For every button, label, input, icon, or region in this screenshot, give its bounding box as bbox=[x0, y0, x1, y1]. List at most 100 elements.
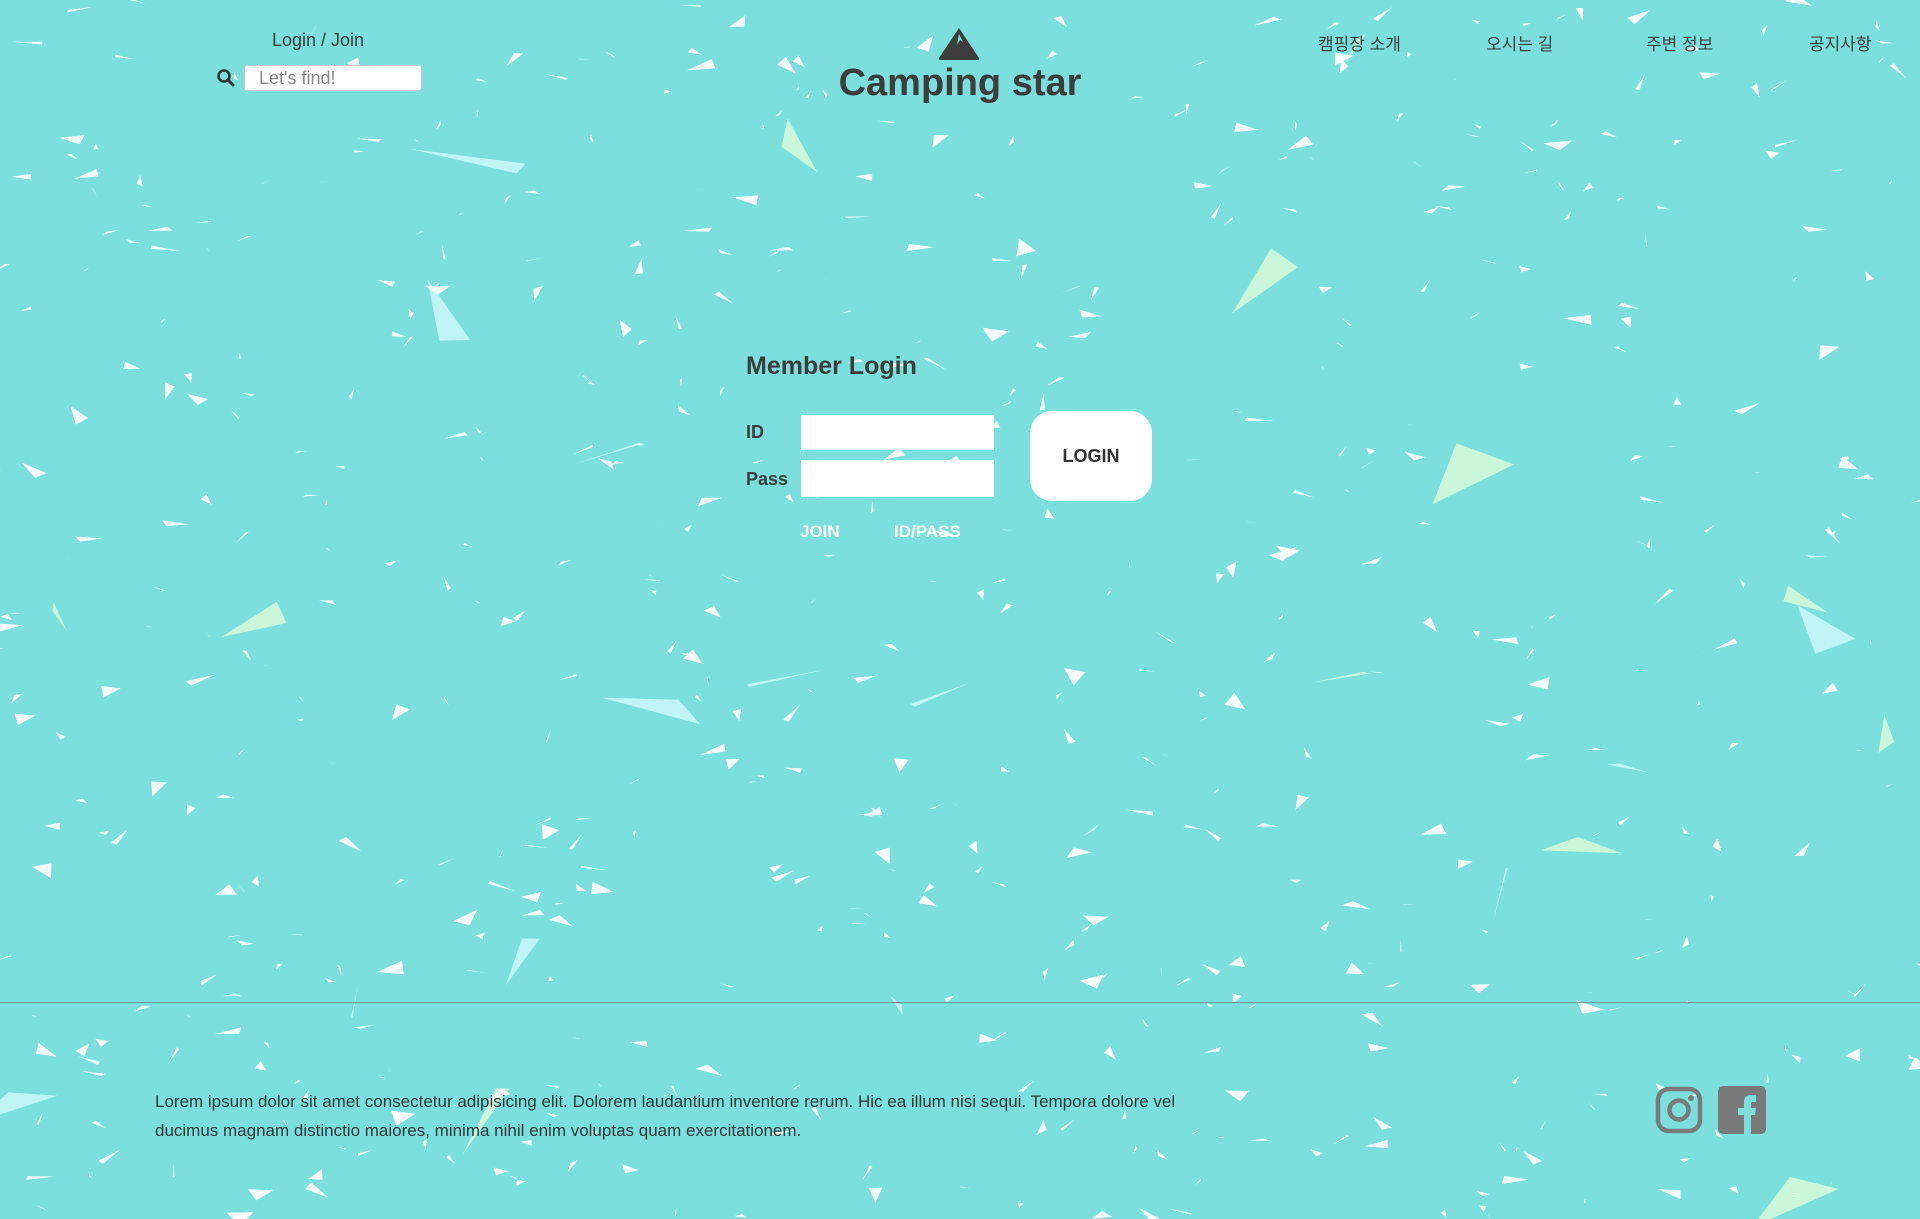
confetti-shard bbox=[36, 1112, 43, 1125]
confetti-shard bbox=[540, 561, 542, 566]
confetti-shard bbox=[67, 7, 93, 13]
confetti-shard bbox=[1175, 978, 1191, 986]
confetti-shard bbox=[1047, 377, 1065, 386]
confetti-shard bbox=[756, 775, 765, 779]
confetti-shard bbox=[215, 884, 237, 895]
confetti-shard bbox=[391, 704, 411, 721]
confetti-shard bbox=[1635, 669, 1647, 671]
confetti-shard bbox=[1128, 557, 1131, 568]
confetti-shard bbox=[1620, 316, 1632, 328]
confetti-shard bbox=[1053, 16, 1067, 27]
confetti-shard bbox=[1198, 179, 1203, 186]
confetti-shard bbox=[435, 283, 440, 288]
confetti-shard bbox=[1543, 140, 1573, 151]
confetti-shard bbox=[1791, 1054, 1801, 1064]
nav-camping-intro[interactable]: 캠핑장 소개 bbox=[1318, 30, 1401, 55]
confetti-shard bbox=[162, 520, 190, 526]
confetti-shard bbox=[1888, 179, 1892, 185]
confetti-shard bbox=[1700, 650, 1704, 652]
confetti-shard bbox=[1212, 787, 1219, 795]
confetti-shard bbox=[991, 258, 1012, 261]
confetti-shard bbox=[863, 912, 875, 920]
confetti-shard bbox=[1791, 1193, 1803, 1195]
confetti-shard bbox=[1751, 82, 1760, 98]
confetti-shard bbox=[501, 616, 516, 626]
confetti-shard bbox=[168, 1047, 180, 1064]
id-input[interactable] bbox=[801, 415, 994, 450]
nav-notices[interactable]: 공지사항 bbox=[1809, 30, 1872, 55]
confetti-shard bbox=[541, 824, 560, 840]
confetti-shard bbox=[1210, 203, 1222, 219]
confetti-shard bbox=[796, 214, 802, 218]
site-logo[interactable]: Camping star bbox=[830, 62, 1090, 105]
confetti-shard bbox=[185, 1014, 190, 1018]
confetti-shard bbox=[649, 574, 653, 577]
confetti-shard bbox=[648, 589, 657, 595]
confetti-shard bbox=[1558, 181, 1565, 192]
confetti-shard bbox=[394, 879, 405, 885]
confetti-shard bbox=[505, 938, 540, 986]
confetti-shard bbox=[1047, 50, 1058, 59]
find-id-pass-link[interactable]: ID/PASS bbox=[894, 522, 961, 542]
confetti-shard bbox=[768, 250, 779, 257]
confetti-shard bbox=[681, 653, 693, 656]
confetti-shard bbox=[1616, 197, 1625, 201]
confetti-shard bbox=[634, 258, 643, 275]
confetti-shard bbox=[134, 1005, 152, 1012]
confetti-shard bbox=[1008, 136, 1015, 146]
confetti-shard bbox=[918, 894, 938, 907]
confetti-shard bbox=[1232, 248, 1298, 314]
password-input[interactable] bbox=[801, 460, 994, 497]
confetti-shard bbox=[1511, 723, 1518, 726]
confetti-shard bbox=[1593, 1093, 1609, 1097]
confetti-shard bbox=[1890, 63, 1907, 79]
confetti-shard bbox=[25, 1176, 55, 1180]
confetti-shard bbox=[236, 235, 252, 242]
nav-directions[interactable]: 오시는 길 bbox=[1486, 30, 1553, 55]
search-icon[interactable] bbox=[216, 68, 236, 88]
confetti-shard bbox=[1194, 182, 1213, 189]
confetti-shard bbox=[626, 778, 640, 786]
confetti-shard bbox=[1340, 317, 1353, 326]
confetti-shard bbox=[1540, 837, 1623, 854]
nav-nearby-info[interactable]: 주변 정보 bbox=[1646, 30, 1713, 55]
confetti-shard bbox=[236, 940, 254, 946]
confetti-shard bbox=[205, 632, 211, 637]
confetti-shard bbox=[238, 352, 241, 359]
instagram-icon[interactable] bbox=[1655, 1086, 1703, 1134]
confetti-shard bbox=[991, 882, 1008, 888]
confetti-shard bbox=[796, 86, 799, 91]
confetti-shard bbox=[1481, 929, 1489, 934]
confetti-shard bbox=[479, 456, 483, 462]
login-join-link[interactable]: Login / Join bbox=[272, 30, 364, 51]
confetti-shard bbox=[1453, 79, 1458, 80]
confetti-shard bbox=[1728, 742, 1740, 751]
confetti-shard bbox=[195, 221, 212, 223]
confetti-shard bbox=[263, 1041, 270, 1049]
confetti-shard bbox=[1367, 1043, 1390, 1052]
confetti-shard bbox=[1106, 591, 1112, 597]
confetti-shard bbox=[1491, 637, 1519, 645]
confetti-shard bbox=[644, 579, 661, 582]
confetti-shard bbox=[1712, 838, 1722, 852]
confetti-shard bbox=[588, 380, 596, 385]
confetti-shard bbox=[185, 674, 216, 686]
confetti-shard bbox=[254, 1061, 267, 1071]
confetti-shard bbox=[816, 925, 823, 932]
login-button[interactable]: LOGIN bbox=[1030, 411, 1152, 501]
confetti-shard bbox=[1190, 60, 1205, 68]
search-input[interactable] bbox=[244, 65, 422, 91]
confetti-shard bbox=[855, 173, 873, 182]
confetti-shard bbox=[1588, 747, 1606, 751]
confetti-shard bbox=[1403, 904, 1418, 906]
confetti-shard bbox=[1211, 965, 1216, 969]
confetti-shard bbox=[1470, 312, 1479, 319]
confetti-shard bbox=[1916, 963, 1920, 966]
confetti-shard bbox=[81, 1071, 106, 1077]
confetti-shard bbox=[1366, 447, 1377, 455]
confetti-shard bbox=[628, 240, 642, 247]
join-link[interactable]: JOIN bbox=[800, 522, 840, 542]
facebook-icon[interactable] bbox=[1718, 1086, 1766, 1134]
confetti-shard bbox=[438, 857, 455, 865]
confetti-shard bbox=[1373, 1117, 1392, 1130]
